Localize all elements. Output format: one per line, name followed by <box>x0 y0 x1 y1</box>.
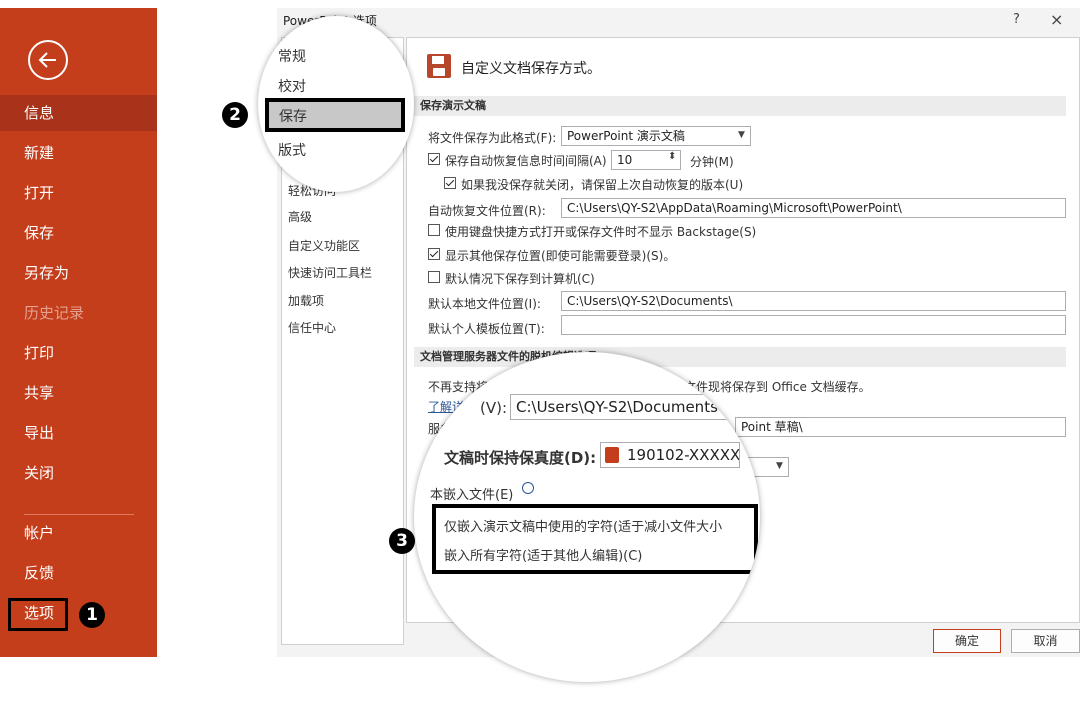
sidebar-item-save-as[interactable]: 另存为 <box>0 255 157 291</box>
category-quick-access[interactable]: 快速访问工具栏 <box>288 264 372 281</box>
cache-path-input[interactable]: C:\Users\QY-S2\Documents <box>510 394 750 420</box>
path-label: (V): <box>480 399 508 417</box>
magnifier-embed-fonts: (V): C:\Users\QY-S2\Documents 文稿时保持保真度(D… <box>414 352 760 682</box>
content-heading: 自定义文档保存方式。 <box>461 61 601 77</box>
sidebar-item-history: 历史记录 <box>24 304 85 322</box>
autorecover-minutes-value: 10 <box>617 153 633 167</box>
embed-fonts-label: 本嵌入文件(E) <box>430 488 514 503</box>
sidebar-item-open[interactable]: 打开 <box>0 175 157 211</box>
back-button[interactable] <box>28 40 68 80</box>
default-local-path-input[interactable]: C:\Users\QY-S2\Documents\ <box>561 291 1066 311</box>
format-label: 将文件保存为此格式(F): <box>428 131 557 145</box>
sidebar-item-new[interactable]: 新建 <box>0 135 157 171</box>
info-icon <box>522 482 534 494</box>
server-drafts-value: Point 草稿\ <box>741 420 803 434</box>
fidelity-label: 文稿时保持保真度(D): <box>444 449 597 467</box>
spinner-arrows-icon[interactable]: ⬍ <box>668 151 676 162</box>
section-save-presentations: 保存演示文稿 <box>414 96 1066 116</box>
save-to-computer-checkbox[interactable] <box>428 271 440 283</box>
category-proofing[interactable]: 校对 <box>278 76 306 96</box>
keep-last-version-checkbox[interactable] <box>444 177 456 189</box>
category-save-selected[interactable]: 保存 <box>265 98 405 132</box>
options-highlight-box <box>8 598 68 631</box>
step-badge-3: 3 <box>389 528 415 554</box>
server-drafts-input[interactable]: Point 草稿\ <box>735 417 1066 437</box>
category-addins[interactable]: 加载项 <box>288 292 324 309</box>
sidebar-item-save[interactable]: 保存 <box>0 215 157 251</box>
category-customize-ribbon[interactable]: 自定义功能区 <box>288 237 360 254</box>
powerpoint-file-icon <box>605 447 619 463</box>
embed-option-all-chars[interactable]: 嵌入所有字符(适于其他人编辑)(C) <box>444 545 642 564</box>
help-button[interactable]: ? <box>1013 12 1020 27</box>
cache-path-value: C:\Users\QY-S2\Documents <box>516 398 718 416</box>
minutes-label: 分钟(M) <box>690 155 734 169</box>
fidelity-file-value: 190102-XXXXX <box>627 446 740 464</box>
format-select-value: PowerPoint 演示文稿 <box>567 129 685 143</box>
template-path-label: 默认个人模板位置(T): <box>428 322 545 336</box>
template-path-input[interactable] <box>561 315 1066 335</box>
server-note-suffix: 文件现将保存到 Office 文档缓存。 <box>684 380 871 394</box>
ok-button[interactable]: 确定 <box>933 629 1001 653</box>
magnifier-categories: 常规 校对 保存 版式 <box>258 16 414 192</box>
fidelity-file-select[interactable]: 190102-XXXXX <box>600 442 740 468</box>
category-save: 保存 <box>279 109 307 125</box>
autorecover-path-input[interactable]: C:\Users\QY-S2\AppData\Roaming\Microsoft… <box>561 198 1066 218</box>
category-language[interactable]: 版式 <box>278 140 306 160</box>
sidebar-item-export[interactable]: 导出 <box>0 415 157 451</box>
no-backstage-label: 使用键盘快捷方式打开或保存文件时不显示 Backstage(S) <box>445 225 757 239</box>
category-trust-center[interactable]: 信任中心 <box>288 319 336 336</box>
save-to-computer-label: 默认情况下保存到计算机(C) <box>445 272 595 286</box>
default-local-path-value: C:\Users\QY-S2\Documents\ <box>567 294 733 308</box>
step-badge-2: 2 <box>222 102 248 128</box>
keep-last-version-label: 如果我没保存就关闭，请保留上次自动恢复的版本(U) <box>461 178 744 192</box>
sidebar-item-account[interactable]: 帐户 <box>0 515 157 551</box>
autorecover-path-value: C:\Users\QY-S2\AppData\Roaming\Microsoft… <box>567 201 902 215</box>
sidebar-item-print[interactable]: 打印 <box>0 335 157 371</box>
backstage-sidebar: 信息 新建 打开 保存 另存为 历史记录 打印 共享 导出 关闭 帐户 反馈 选… <box>0 8 157 657</box>
arrow-left-icon <box>38 52 56 68</box>
chevron-down-icon: ▼ <box>776 461 783 471</box>
category-general[interactable]: 常规 <box>278 46 306 66</box>
step-badge-1: 1 <box>79 602 105 628</box>
sidebar-item-share[interactable]: 共享 <box>0 375 157 411</box>
close-button[interactable]: × <box>1050 10 1063 29</box>
sidebar-item-feedback[interactable]: 反馈 <box>0 555 157 591</box>
category-advanced[interactable]: 高级 <box>288 208 312 225</box>
cancel-button[interactable]: 取消 <box>1011 629 1080 653</box>
sidebar-item-info[interactable]: 信息 <box>0 95 157 131</box>
default-local-path-label: 默认本地文件位置(I): <box>428 297 541 311</box>
no-backstage-checkbox[interactable] <box>428 224 440 236</box>
embed-option-used-chars[interactable]: 仅嵌入演示文稿中使用的字符(适于减小文件大小 <box>444 516 722 535</box>
section-server-files: 文档管理服务器文件的脱机编辑选项 <box>414 347 1066 367</box>
show-more-locations-checkbox[interactable] <box>428 248 440 260</box>
chevron-down-icon: ▼ <box>738 130 745 140</box>
show-more-locations-label: 显示其他保存位置(即使可能需要登录)(S)。 <box>445 249 676 263</box>
autorecover-label: 保存自动恢复信息时间间隔(A) <box>445 154 607 168</box>
autorecover-checkbox[interactable] <box>428 153 440 165</box>
autorecover-path-label: 自动恢复文件位置(R): <box>428 204 546 218</box>
save-icon <box>427 54 451 78</box>
sidebar-item-close[interactable]: 关闭 <box>0 455 157 491</box>
format-select[interactable]: PowerPoint 演示文稿 <box>561 126 751 146</box>
